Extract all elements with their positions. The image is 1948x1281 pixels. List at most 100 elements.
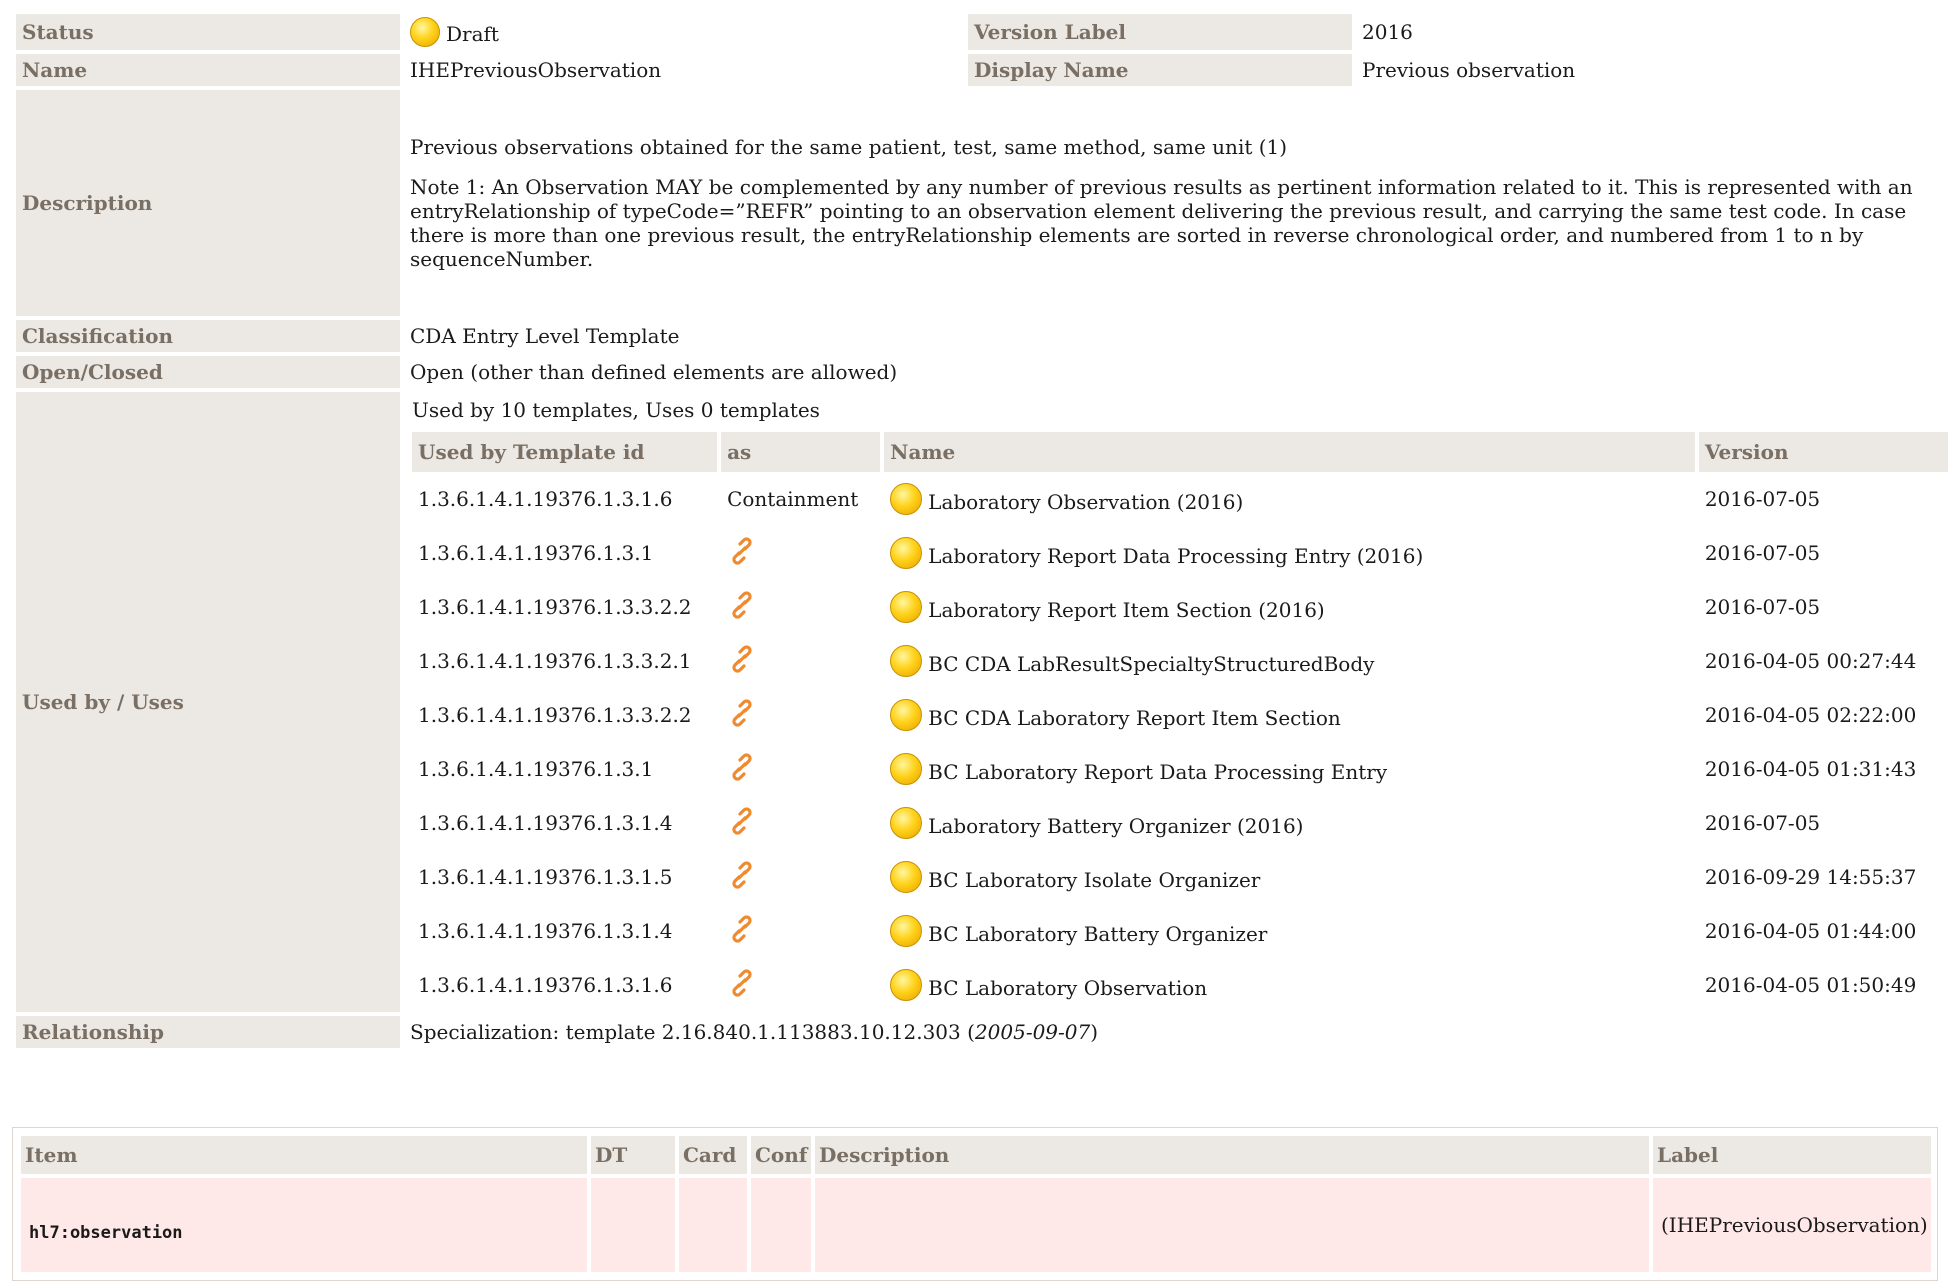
draft-template-icon xyxy=(890,861,923,893)
template-id[interactable]: 1.3.6.1.4.1.19376.1.3.1 xyxy=(412,526,717,580)
status-value: Draft xyxy=(446,22,499,46)
name-label: Name xyxy=(16,54,400,86)
template-name-cell[interactable]: BC CDA Laboratory Report Item Section xyxy=(884,688,1695,742)
used-by-row[interactable]: 1.3.6.1.4.1.19376.1.3.1.6 Containment Labo… xyxy=(412,472,1948,526)
item-name: hl7:observation xyxy=(21,1178,587,1272)
chain-link-icon[interactable] xyxy=(727,590,757,625)
template-name-cell[interactable]: BC CDA LabResultSpecialtyStructuredBody xyxy=(884,634,1695,688)
chain-link-icon[interactable] xyxy=(727,806,757,841)
used-by-row[interactable]: 1.3.6.1.4.1.19376.1.3.1.5 BC Laboratory I… xyxy=(412,850,1948,904)
used-by-row[interactable]: 1.3.6.1.4.1.19376.1.3.3.2.1 BC CDA LabRes… xyxy=(412,634,1948,688)
used-by-summary: Used by 10 templates, Uses 0 templates xyxy=(412,398,820,422)
chain-link-icon[interactable] xyxy=(727,752,757,787)
draft-template-icon xyxy=(890,753,923,785)
draft-template-icon xyxy=(890,969,923,1001)
items-header-card: Card xyxy=(679,1136,747,1174)
chain-link-icon[interactable] xyxy=(727,860,757,895)
template-version: 2016-04-05 02:22:00 xyxy=(1704,703,1917,727)
template-name: BC Laboratory Observation xyxy=(928,976,1208,1000)
chain-link-icon[interactable] xyxy=(727,698,757,733)
template-metadata-table: Status Draft Version Label 2016 Name IHE… xyxy=(12,10,1948,1052)
used-by-row[interactable]: 1.3.6.1.4.1.19376.1.3.1 Laboratory Report… xyxy=(412,526,1948,580)
chain-link-icon[interactable] xyxy=(727,644,757,679)
used-by-row[interactable]: 1.3.6.1.4.1.19376.1.3.1.4 Laboratory Batt… xyxy=(412,796,1948,850)
used-by-label: Used by / Uses xyxy=(16,392,400,1012)
column-header-version: Version xyxy=(1698,432,1948,472)
version-label-value: 2016 xyxy=(1356,14,1948,50)
item-label: (IHEPreviousObservation) xyxy=(1653,1178,1931,1272)
template-id[interactable]: 1.3.6.1.4.1.19376.1.3.1.4 xyxy=(412,796,717,850)
draft-template-icon xyxy=(890,591,923,623)
template-name-cell[interactable]: Laboratory Battery Organizer (2016) xyxy=(884,796,1695,850)
template-name-cell[interactable]: BC Laboratory Isolate Organizer xyxy=(884,850,1695,904)
template-name: BC Laboratory Battery Organizer xyxy=(928,922,1268,946)
template-id[interactable]: 1.3.6.1.4.1.19376.1.3.1.6 xyxy=(412,472,717,526)
template-version: 2016-04-05 01:31:43 xyxy=(1704,757,1917,781)
item-dt xyxy=(591,1178,675,1272)
description-paragraph-2: Note 1: An Observation MAY be complement… xyxy=(410,175,1913,271)
version-label-label: Version Label xyxy=(968,14,1352,50)
used-by-row[interactable]: 1.3.6.1.4.1.19376.1.3.1.6 BC Laboratory O… xyxy=(412,958,1948,1012)
relation-type[interactable] xyxy=(721,688,880,742)
template-version: 2016-07-05 xyxy=(1704,595,1821,619)
classification-label: Classification xyxy=(16,320,400,352)
status-value-cell: Draft xyxy=(404,14,964,50)
relation-type[interactable] xyxy=(721,904,880,958)
used-by-cell: Used by 10 templates, Uses 0 templates U… xyxy=(404,392,1948,1012)
items-header-conf: Conf xyxy=(751,1136,811,1174)
item-row[interactable]: hl7:observation (IHEPreviousObservation) xyxy=(21,1178,1931,1272)
column-header-template-id: Used by Template id xyxy=(412,432,718,472)
template-id[interactable]: 1.3.6.1.4.1.19376.1.3.1.4 xyxy=(412,904,717,958)
draft-template-icon xyxy=(890,807,923,839)
relation-type[interactable]: Containment xyxy=(721,472,880,526)
relation-type[interactable] xyxy=(721,742,880,796)
template-name-cell[interactable]: BC Laboratory Report Data Processing Ent… xyxy=(884,742,1695,796)
display-name-value: Previous observation xyxy=(1356,54,1948,86)
template-name: BC CDA LabResultSpecialtyStructuredBody xyxy=(928,652,1375,676)
relation-type[interactable] xyxy=(721,580,880,634)
chain-link-icon[interactable] xyxy=(727,536,757,571)
classification-value: CDA Entry Level Template xyxy=(404,320,1948,352)
column-header-name: Name xyxy=(884,432,1695,472)
used-by-row[interactable]: 1.3.6.1.4.1.19376.1.3.3.2.2 BC CDA Labora… xyxy=(412,688,1948,742)
template-id[interactable]: 1.3.6.1.4.1.19376.1.3.1.6 xyxy=(412,958,717,1012)
draft-template-icon xyxy=(890,483,923,515)
used-by-row[interactable]: 1.3.6.1.4.1.19376.1.3.1 BC Laboratory Rep… xyxy=(412,742,1948,796)
relation-type-label: Containment xyxy=(727,487,859,511)
used-by-row[interactable]: 1.3.6.1.4.1.19376.1.3.1.4 BC Laboratory B… xyxy=(412,904,1948,958)
template-name: BC CDA Laboratory Report Item Section xyxy=(928,706,1341,730)
relationship-label: Relationship xyxy=(16,1016,400,1048)
column-header-as: as xyxy=(721,432,881,472)
relationship-effective-date[interactable]: 2005-09-07 xyxy=(975,1020,1090,1044)
used-by-row[interactable]: 1.3.6.1.4.1.19376.1.3.3.2.2 Laboratory Re… xyxy=(412,580,1948,634)
open-closed-value: Open (other than defined elements are al… xyxy=(404,356,1948,388)
template-name-cell[interactable]: Laboratory Report Data Processing Entry … xyxy=(884,526,1695,580)
items-header-description: Description xyxy=(815,1136,1649,1174)
relation-type[interactable] xyxy=(721,634,880,688)
template-name-cell[interactable]: Laboratory Observation (2016) xyxy=(884,472,1695,526)
status-label: Status xyxy=(16,14,400,50)
template-name: Laboratory Report Item Section (2016) xyxy=(928,598,1325,622)
template-id[interactable]: 1.3.6.1.4.1.19376.1.3.1 xyxy=(412,742,717,796)
items-header-dt: DT xyxy=(591,1136,675,1174)
template-version: 2016-07-05 xyxy=(1704,487,1821,511)
chain-link-icon[interactable] xyxy=(727,968,757,1003)
template-name-cell[interactable]: BC Laboratory Battery Organizer xyxy=(884,904,1695,958)
template-id[interactable]: 1.3.6.1.4.1.19376.1.3.3.2.2 xyxy=(412,580,717,634)
chain-link-icon[interactable] xyxy=(727,914,757,949)
template-name-cell[interactable]: BC Laboratory Observation xyxy=(884,958,1695,1012)
open-closed-label: Open/Closed xyxy=(16,356,400,388)
description-label: Description xyxy=(16,90,400,316)
relation-type[interactable] xyxy=(721,958,880,1012)
relation-type[interactable] xyxy=(721,796,880,850)
draft-template-icon xyxy=(890,537,923,569)
relation-type[interactable] xyxy=(721,526,880,580)
template-name-cell[interactable]: Laboratory Report Item Section (2016) xyxy=(884,580,1695,634)
template-items-panel: Item DT Card Conf Description Label hl7:… xyxy=(12,1127,1938,1281)
template-id[interactable]: 1.3.6.1.4.1.19376.1.3.1.5 xyxy=(412,850,717,904)
template-id[interactable]: 1.3.6.1.4.1.19376.1.3.3.2.1 xyxy=(412,634,717,688)
template-id[interactable]: 1.3.6.1.4.1.19376.1.3.3.2.2 xyxy=(412,688,717,742)
used-by-table: Used by Template id as Name Version 1.3.… xyxy=(408,432,1948,1012)
relationship-value: Specialization: template 2.16.840.1.1138… xyxy=(404,1016,1948,1048)
relation-type[interactable] xyxy=(721,850,880,904)
